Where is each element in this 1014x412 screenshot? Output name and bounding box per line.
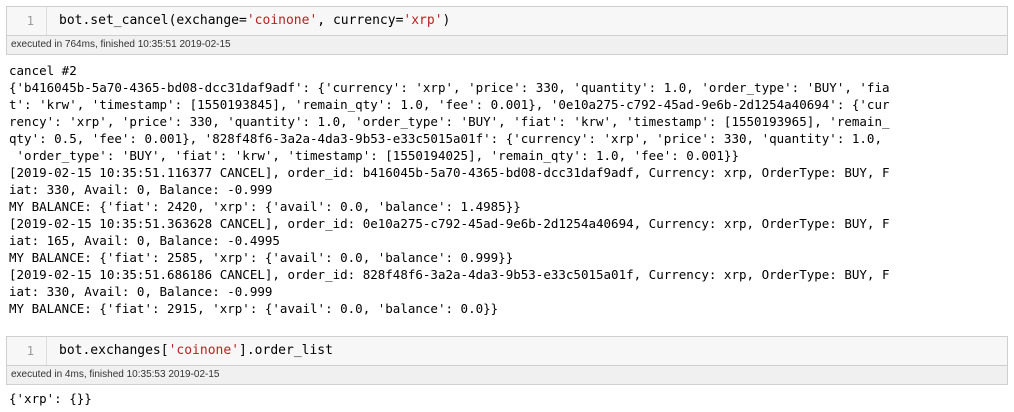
output-line: iat: 165, Avail: 0, Balance: -0.4995: [9, 233, 280, 248]
cell-output-1: cancel #2 {'b416045b-5a70-4365-bd08-dcc3…: [9, 62, 1009, 317]
code-line[interactable]: bot.exchanges['coinone'].order_list: [59, 337, 333, 365]
output-line: [2019-02-15 10:35:51.116377 CANCEL], ord…: [9, 165, 890, 180]
output-line: iat: 330, Avail: 0, Balance: -0.999: [9, 284, 273, 299]
code-input-2[interactable]: 1 bot.exchanges['coinone'].order_list: [6, 336, 1008, 366]
code-text: ): [442, 13, 451, 28]
execution-status: executed in 764ms, finished 10:35:51 201…: [6, 36, 1008, 55]
output-line: {'xrp': {}}: [9, 391, 92, 406]
output-line: {'b416045b-5a70-4365-bd08-dcc31daf9adf':…: [9, 80, 890, 95]
line-number: 1: [7, 7, 47, 35]
output-line: MY BALANCE: {'fiat': 2420, 'xrp': {'avai…: [9, 199, 521, 214]
code-line[interactable]: bot.set_cancel(exchange='coinone', curre…: [59, 7, 450, 35]
output-line: iat: 330, Avail: 0, Balance: -0.999: [9, 182, 273, 197]
cell-output-2: {'xrp': {}}: [9, 390, 1009, 407]
code-text: , currency=: [317, 13, 404, 28]
code-text: bot.set_cancel(exchange=: [59, 13, 247, 28]
output-line: [2019-02-15 10:35:51.686186 CANCEL], ord…: [9, 267, 890, 282]
code-input-1[interactable]: 1 bot.set_cancel(exchange='coinone', cur…: [6, 6, 1008, 36]
code-string: 'xrp': [403, 13, 443, 28]
output-line: [2019-02-15 10:35:51.363628 CANCEL], ord…: [9, 216, 890, 231]
output-line: rency': 'xrp', 'price': 330, 'quantity':…: [9, 114, 890, 129]
output-line: 'order_type': 'BUY', 'fiat': 'krw', 'tim…: [9, 148, 739, 163]
execution-status: executed in 4ms, finished 10:35:53 2019-…: [6, 366, 1008, 385]
output-line: cancel #2: [9, 63, 77, 78]
code-text: bot.exchanges[: [59, 343, 169, 358]
code-string: 'coinone': [246, 13, 318, 28]
line-number: 1: [7, 337, 47, 365]
output-line: qty': 0.5, 'fee': 0.001}, '828f48f6-3a2a…: [9, 131, 882, 146]
code-cell-1[interactable]: 1 bot.set_cancel(exchange='coinone', cur…: [6, 6, 1008, 55]
output-line: MY BALANCE: {'fiat': 2585, 'xrp': {'avai…: [9, 250, 514, 265]
output-line: MY BALANCE: {'fiat': 2915, 'xrp': {'avai…: [9, 301, 499, 316]
code-cell-2[interactable]: 1 bot.exchanges['coinone'].order_list ex…: [6, 336, 1008, 385]
code-string: 'coinone': [168, 343, 240, 358]
code-text: ].order_list: [239, 343, 333, 358]
output-line: t': 'krw', 'timestamp': [1550193845], 'r…: [9, 97, 890, 112]
